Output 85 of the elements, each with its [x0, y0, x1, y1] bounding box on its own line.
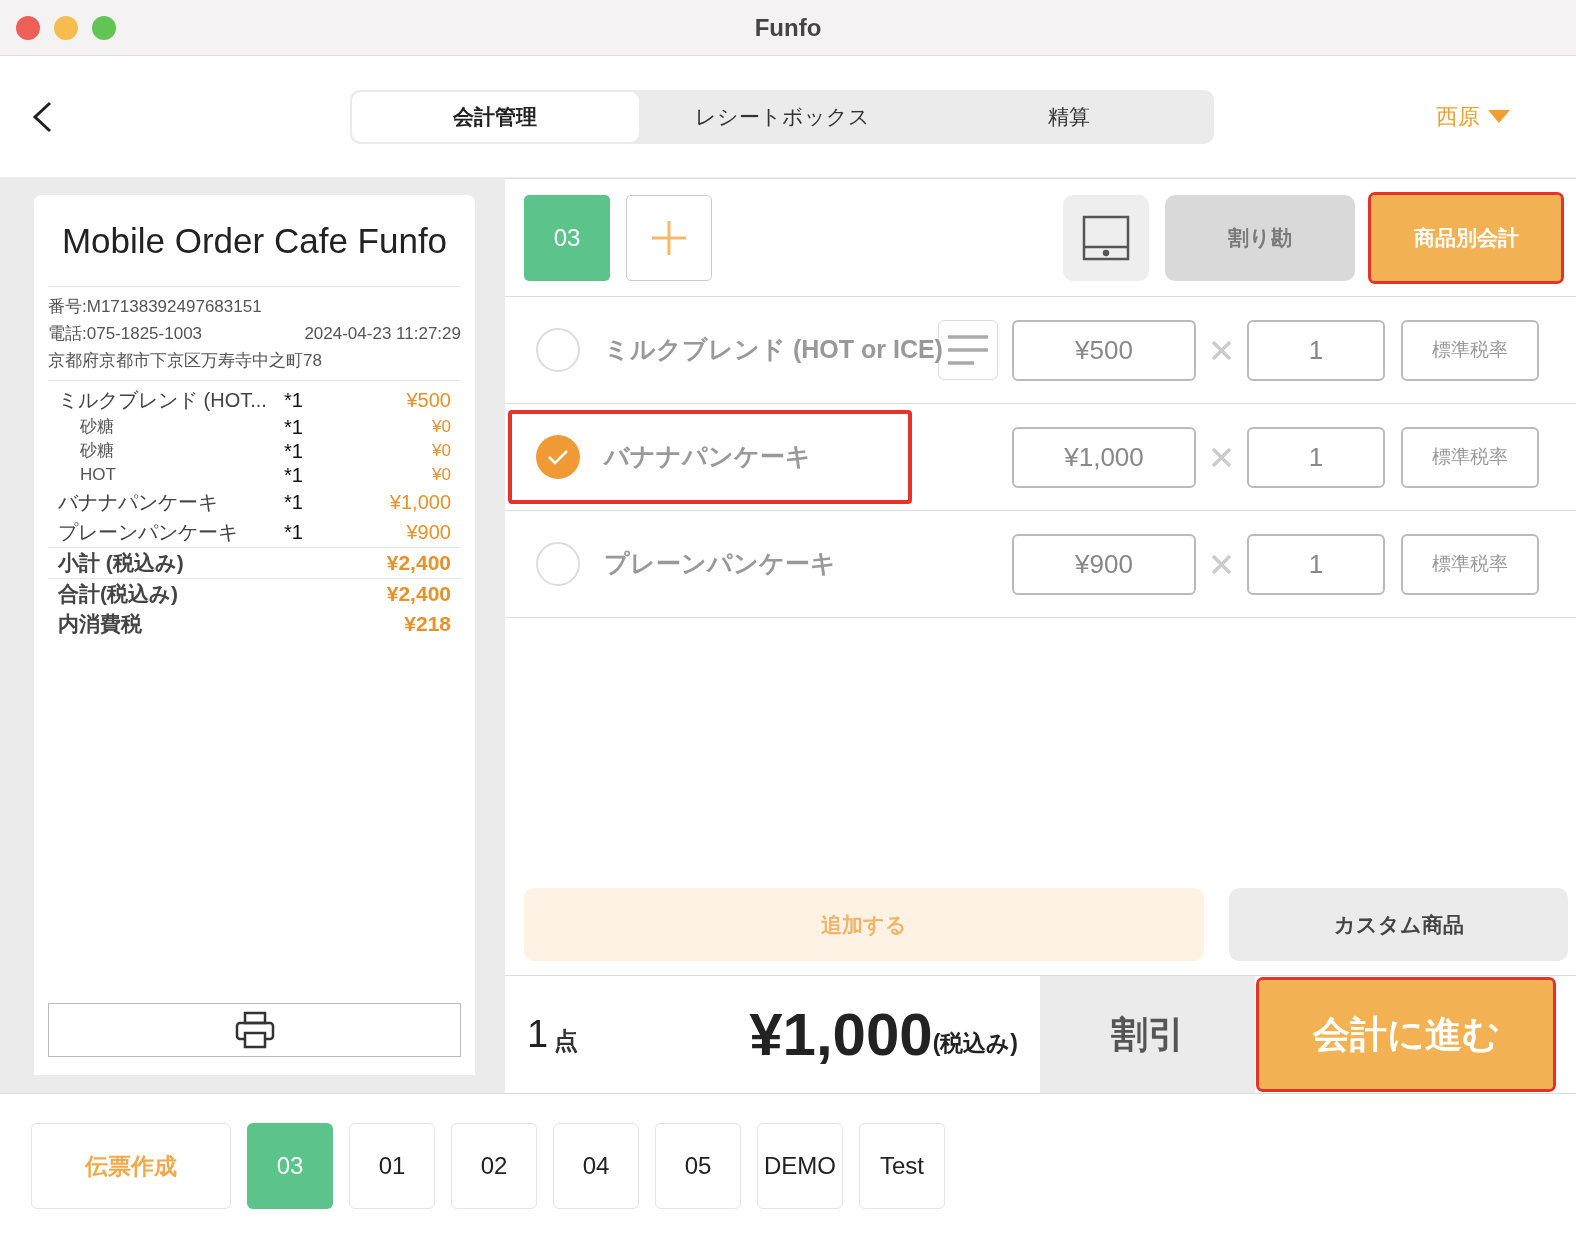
phone-number: 電話:075-1825-1003 [48, 322, 203, 345]
line-item-name: バナナパンケーキ [604, 441, 811, 473]
ticket-tab[interactable]: 03 [247, 1123, 333, 1209]
item-checkout-button[interactable]: 商品別会計 [1371, 194, 1561, 281]
item-price: ¥1,000 [389, 489, 451, 515]
option-price: ¥0 [432, 415, 451, 438]
discount-button[interactable]: 割引 [1040, 976, 1255, 1093]
option-quantity: *1 [284, 462, 303, 488]
lines-icon [948, 334, 988, 366]
summary-label: 内消費税 [58, 611, 142, 638]
select-radio[interactable] [536, 435, 580, 479]
option-price: ¥0 [432, 439, 451, 462]
ticket-tab[interactable]: Test [859, 1123, 945, 1209]
line-item-name: プレーンパンケーキ [604, 548, 836, 580]
tax-rate-button[interactable]: 標準税率 [1401, 533, 1539, 595]
custom-item-button[interactable]: カスタム商品 [1229, 888, 1568, 961]
item-name: バナナパンケーキ [58, 489, 219, 515]
line-item-name: ミルクブレンド (HOT or ICE) [604, 334, 943, 366]
tablet-icon [1082, 214, 1130, 261]
price-field[interactable]: ¥500 [1012, 319, 1196, 381]
quantity-field[interactable]: 1 [1247, 319, 1385, 381]
zoom-icon[interactable] [92, 15, 116, 40]
item-name: ミルクブレンド (HOT... [58, 387, 268, 413]
quantity-field[interactable]: 1 [1247, 426, 1385, 488]
order-line[interactable]: ミルクブレンド (HOT or ICE) ¥500 1 標準税率 [505, 297, 1576, 404]
multiply-icon [1212, 554, 1231, 574]
ticket-tab[interactable]: 04 [553, 1123, 639, 1209]
tab[interactable]: レシートボックス [638, 91, 926, 142]
item-price: ¥500 [406, 387, 451, 413]
option-quantity: *1 [284, 414, 303, 440]
ticket-tab[interactable]: 02 [451, 1123, 537, 1209]
multiply-icon [1212, 340, 1231, 360]
store-name: Mobile Order Cafe Funfo [48, 195, 461, 287]
minimize-icon[interactable] [54, 15, 78, 40]
item-price: ¥900 [406, 519, 451, 545]
order-line[interactable]: バナナパンケーキ ¥1,000 1 標準税率 [505, 404, 1576, 511]
item-name: プレーンパンケーキ [58, 519, 239, 545]
ticket-tab[interactable]: DEMO [757, 1123, 843, 1209]
receipt-datetime: 2024-04-23 11:27:29 [304, 322, 461, 345]
tax-rate-button[interactable]: 標準税率 [1401, 319, 1539, 381]
store-address: 京都府京都市下京区万寿寺中之町78 [48, 349, 323, 372]
item-quantity: *1 [284, 387, 303, 413]
multiply-icon [1212, 447, 1231, 467]
window-title: Funfo [754, 12, 822, 43]
option-name: HOT [80, 463, 117, 486]
table-number[interactable]: 03 [524, 194, 610, 281]
option-name: 砂糖 [80, 415, 115, 438]
tax-note: (税込み) [932, 1029, 1018, 1059]
summary-value: ¥2,400 [386, 549, 451, 576]
add-table-button[interactable] [626, 194, 712, 281]
item-quantity: *1 [284, 519, 303, 545]
option-name: 砂糖 [80, 439, 115, 462]
ticket-tab[interactable]: 05 [655, 1123, 741, 1209]
quantity-field[interactable]: 1 [1247, 533, 1385, 595]
plus-icon [652, 220, 686, 255]
summary-value: ¥2,400 [386, 580, 451, 607]
select-radio[interactable] [536, 542, 580, 586]
tab[interactable]: 会計管理 [352, 91, 639, 142]
price-field[interactable]: ¥900 [1012, 533, 1196, 595]
back-icon[interactable] [30, 99, 54, 134]
create-slip-button[interactable]: 伝票作成 [31, 1123, 231, 1209]
screen-button[interactable] [1063, 194, 1149, 281]
checkout-button[interactable]: 会計に進む [1259, 980, 1553, 1089]
tab[interactable]: 精算 [925, 91, 1212, 142]
caret-icon [1488, 109, 1510, 124]
price-field[interactable]: ¥1,000 [1012, 426, 1196, 488]
tax-rate-button[interactable]: 標準税率 [1401, 426, 1539, 488]
ticket-tab[interactable]: 01 [349, 1123, 435, 1209]
count-unit: 点 [554, 1025, 579, 1056]
item-count: 1 [527, 1012, 549, 1057]
summary-label: 小計 (税込み) [58, 549, 184, 576]
close-icon[interactable] [16, 15, 40, 40]
order-total: ¥1,000 [749, 999, 933, 1070]
summary-value: ¥218 [404, 611, 451, 638]
user-dropdown[interactable]: 西原 [1436, 100, 1510, 133]
item-quantity: *1 [284, 489, 303, 515]
order-line[interactable]: プレーンパンケーキ ¥900 1 標準税率 [505, 511, 1576, 618]
option-price: ¥0 [432, 463, 451, 486]
option-quantity: *1 [284, 438, 303, 464]
check-icon [547, 449, 569, 465]
receipt-number: 番号:M17138392497683151 [48, 295, 263, 318]
summary-label: 合計(税込み) [58, 580, 178, 607]
print-button[interactable] [48, 1003, 461, 1057]
select-radio[interactable] [536, 328, 580, 372]
printer-icon [234, 1011, 275, 1049]
